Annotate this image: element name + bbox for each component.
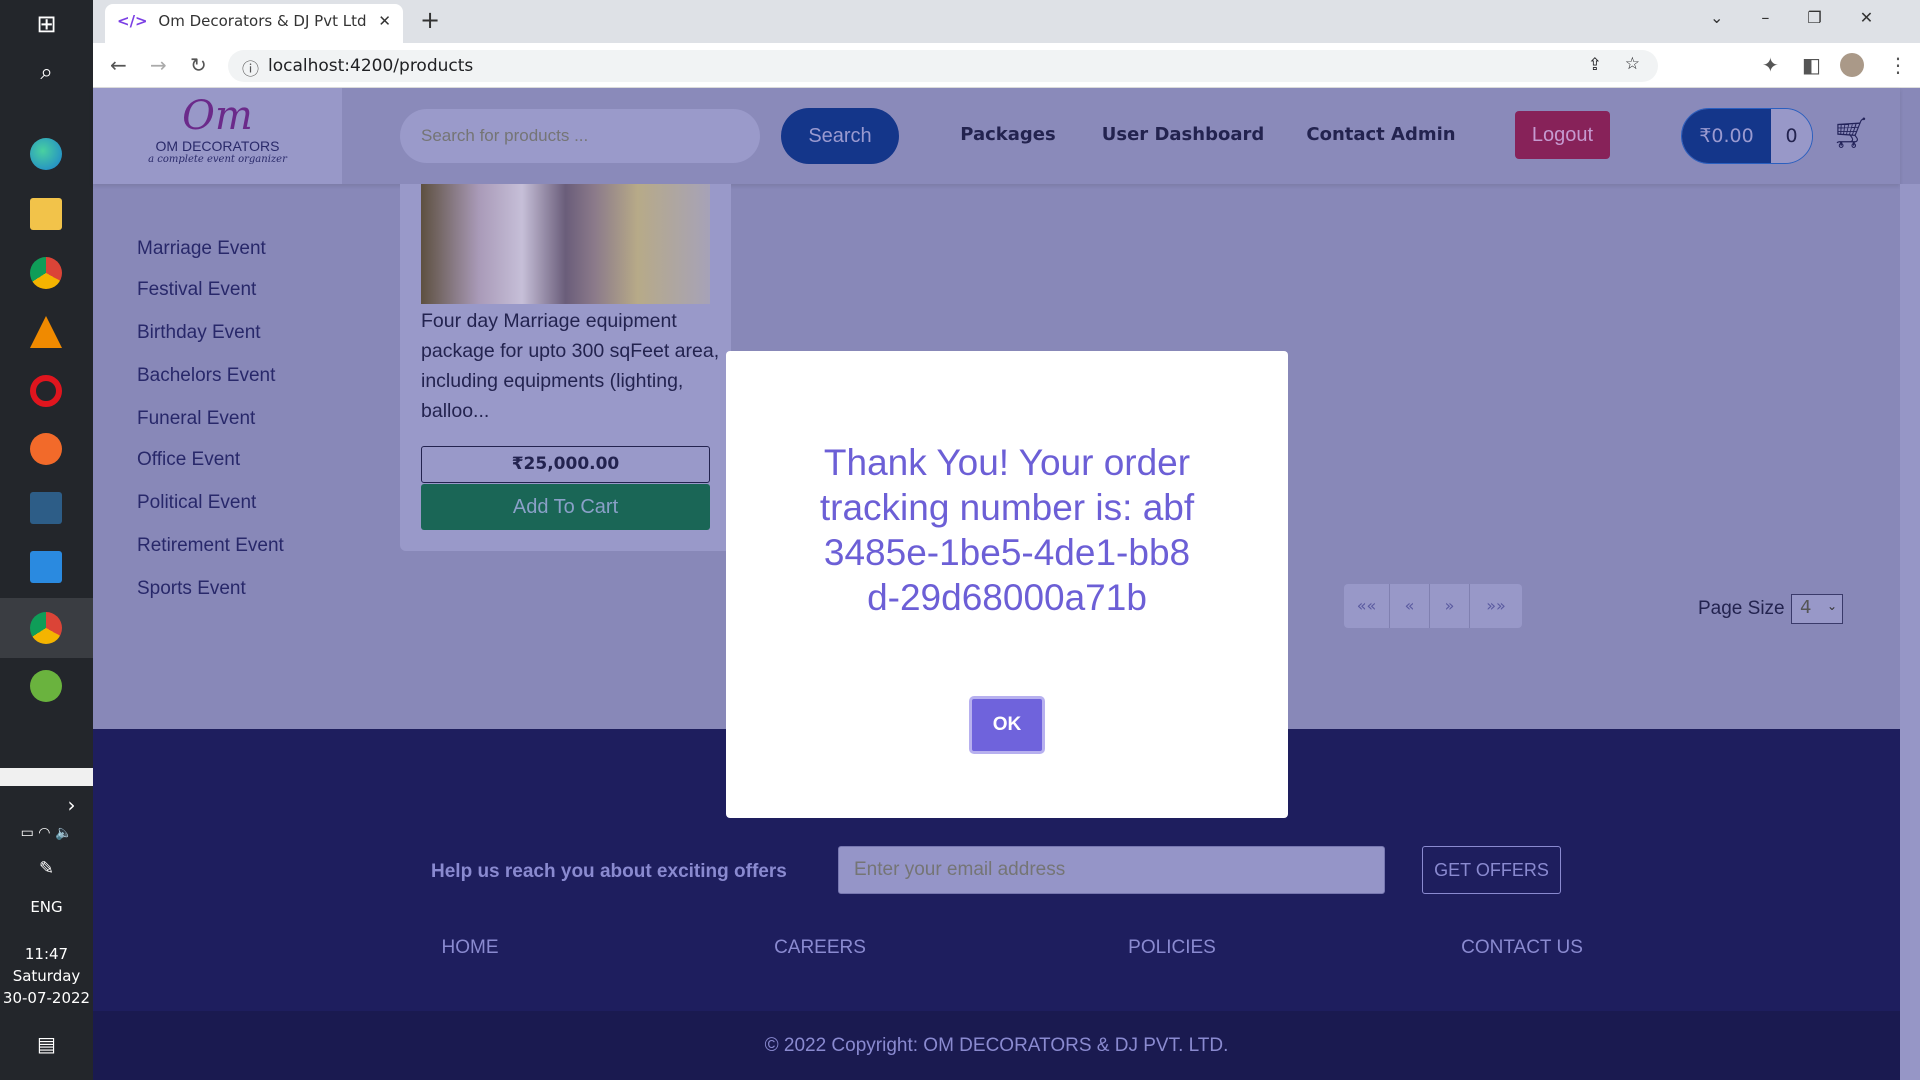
footer-link-careers[interactable]: CAREERS xyxy=(774,937,866,959)
pagination: «« « » »» xyxy=(1344,584,1522,628)
sidebar-item-bachelors[interactable]: Bachelors Event xyxy=(137,365,275,387)
email-input[interactable] xyxy=(838,846,1385,894)
prev-page-button[interactable]: « xyxy=(1390,584,1430,628)
page-size-value: 4 xyxy=(1800,597,1812,618)
mysql-workbench-icon[interactable] xyxy=(30,492,62,524)
url-input[interactable]: ⓘ localhost:4200/products ⇪ ☆ xyxy=(228,50,1658,82)
sidebar-item-funeral[interactable]: Funeral Event xyxy=(137,408,255,430)
copyright-text: © 2022 Copyright: OM DECORATORS & DJ PVT… xyxy=(764,1035,1229,1056)
search-button[interactable]: Search xyxy=(781,108,899,164)
clock-time[interactable]: 11:47 xyxy=(0,945,93,963)
close-tab-icon[interactable]: ✕ xyxy=(378,12,391,30)
opera-icon[interactable] xyxy=(30,375,62,407)
new-tab-button[interactable]: + xyxy=(420,6,440,34)
sidebar-item-birthday[interactable]: Birthday Event xyxy=(137,322,261,344)
product-price: ₹25,000.00 xyxy=(421,446,710,483)
sidebar-item-retirement[interactable]: Retirement Event xyxy=(137,535,284,557)
footer-link-home[interactable]: HOME xyxy=(442,937,499,959)
browser-tab[interactable]: </> Om Decorators & DJ Pvt Ltd ✕ xyxy=(105,4,403,43)
cart-icon[interactable]: 🛒︎ xyxy=(1832,116,1870,151)
search-icon[interactable]: ⌕ xyxy=(0,60,93,85)
vscode-icon[interactable] xyxy=(30,551,62,583)
windows-start-icon[interactable]: ⊞ xyxy=(0,10,93,38)
product-description: Four day Marriage equipment package for … xyxy=(421,310,720,422)
clock-day: Saturday xyxy=(12,967,81,985)
pen-icon[interactable]: ✎ xyxy=(0,858,93,879)
last-page-button[interactable]: »» xyxy=(1470,584,1522,628)
cart-total: ₹0.00 xyxy=(1682,109,1771,163)
search-input[interactable] xyxy=(400,109,760,163)
sidebar-item-festival[interactable]: Festival Event xyxy=(137,279,256,301)
spring-tool-icon[interactable] xyxy=(30,670,62,702)
tab-title: Om Decorators & DJ Pvt Ltd xyxy=(158,12,367,30)
menu-icon[interactable]: ⋮ xyxy=(1888,53,1908,77)
postman-icon[interactable] xyxy=(30,433,62,465)
newsletter-text: Help us reach you about exciting offers xyxy=(431,861,787,882)
extensions-icon[interactable]: ✦ xyxy=(1762,53,1779,77)
reload-icon[interactable]: ↻ xyxy=(190,53,207,77)
page-size-label: Page Size xyxy=(1698,598,1785,619)
logo-tagline: a complete event organizer xyxy=(148,154,287,165)
nav-user-dashboard[interactable]: User Dashboard xyxy=(1102,124,1264,145)
cart-summary[interactable]: ₹0.00 0 xyxy=(1681,108,1813,164)
clock-date: 30-07-2022 xyxy=(2,989,91,1007)
side-panel-icon[interactable]: ◧ xyxy=(1802,53,1821,77)
product-image[interactable] xyxy=(421,184,710,304)
windows-taskbar: ⊞ ⌕ › ▭ ◠ 🔈 ✎ ENG 11:47 Saturday 30-07-2… xyxy=(0,0,93,1080)
page-scrollbar[interactable] xyxy=(1900,184,1920,1080)
sidebar-item-office[interactable]: Office Event xyxy=(137,449,240,471)
site-logo[interactable]: Om OM DECORATORS a complete event organi… xyxy=(93,88,342,184)
logo-text: OM DECORATORS xyxy=(155,138,280,154)
system-tray-icons[interactable]: ▭ ◠ 🔈 xyxy=(0,825,93,841)
profile-avatar[interactable] xyxy=(1840,53,1864,77)
file-explorer-icon[interactable] xyxy=(30,198,62,230)
first-page-button[interactable]: «« xyxy=(1344,584,1390,628)
window-controls[interactable]: ⌄–❐✕ xyxy=(1710,8,1911,27)
language-indicator[interactable]: ENG xyxy=(0,898,93,916)
next-page-button[interactable]: » xyxy=(1430,584,1470,628)
footer-link-contact[interactable]: CONTACT US xyxy=(1461,937,1583,959)
edge-icon[interactable] xyxy=(30,138,62,170)
nav-packages[interactable]: Packages xyxy=(960,124,1055,145)
taskbar-scrollbar[interactable] xyxy=(0,768,93,786)
chevron-down-icon: ⌄ xyxy=(1826,599,1837,613)
notifications-icon[interactable]: ▤ xyxy=(0,1032,93,1056)
om-logo-mark: Om xyxy=(182,93,253,139)
ok-button[interactable]: OK xyxy=(969,696,1045,754)
bookmark-star-icon[interactable]: ☆ xyxy=(1625,54,1640,74)
logout-button[interactable]: Logout xyxy=(1515,111,1610,159)
nav-contact-admin[interactable]: Contact Admin xyxy=(1306,124,1455,145)
forward-icon[interactable]: → xyxy=(150,53,167,77)
sidebar-item-marriage[interactable]: Marriage Event xyxy=(137,238,266,260)
vlc-icon[interactable] xyxy=(30,316,62,348)
code-icon: </> xyxy=(117,12,148,30)
sidebar-item-sports[interactable]: Sports Event xyxy=(137,578,246,600)
chrome-icon[interactable] xyxy=(30,257,62,289)
sidebar-item-political[interactable]: Political Event xyxy=(137,492,256,514)
back-icon[interactable]: ← xyxy=(110,53,127,77)
add-to-cart-button[interactable]: Add To Cart xyxy=(421,484,710,530)
get-offers-button[interactable]: GET OFFERS xyxy=(1422,846,1561,894)
url-text: localhost:4200/products xyxy=(268,56,474,76)
page-size-select[interactable]: 4 ⌄ xyxy=(1791,594,1843,624)
chrome-active-icon[interactable] xyxy=(30,612,62,644)
footer-link-policies[interactable]: POLICIES xyxy=(1128,937,1216,959)
share-icon[interactable]: ⇪ xyxy=(1588,55,1602,75)
info-icon: ⓘ xyxy=(242,60,259,80)
modal-message: Thank You! Your order tracking number is… xyxy=(819,442,1195,618)
